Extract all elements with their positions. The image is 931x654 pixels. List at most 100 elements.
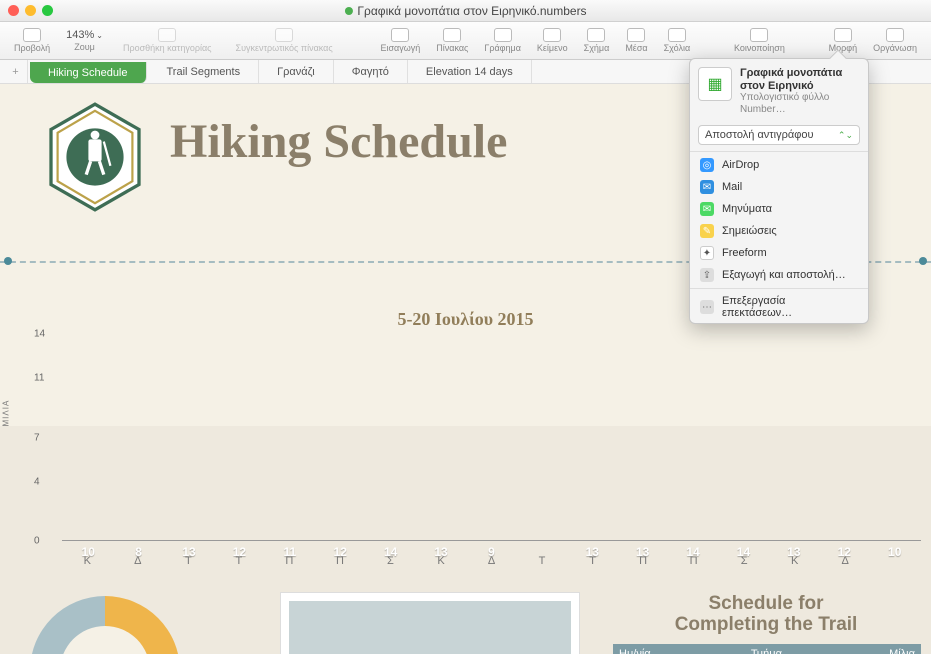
insert-icon — [391, 28, 409, 42]
share-export-label: Εξαγωγή και αποστολή… — [722, 269, 846, 281]
x-tick: Τ — [163, 555, 214, 567]
schedule-col-segment[interactable]: Τμήμα — [745, 644, 883, 654]
share-freeform-label: Freeform — [722, 247, 767, 259]
toolbar-add-category-label: Προσθήκη κατηγορίας — [123, 43, 212, 53]
x-tick: Τ — [567, 555, 618, 567]
toolbar-share-label: Κοινοποίηση — [734, 43, 785, 53]
toolbar-table[interactable]: Πίνακας — [428, 28, 476, 53]
toolbar-table-label: Πίνακας — [436, 43, 468, 53]
chart-icon — [494, 28, 512, 42]
toolbar-chart[interactable]: Γράφημα — [476, 28, 529, 53]
add-sheet-button[interactable]: + — [4, 60, 28, 83]
comment-icon — [668, 28, 686, 42]
send-copy-select[interactable]: Αποστολή αντιγράφου ⌃⌄ — [698, 125, 860, 145]
share-messages-item[interactable]: ✉Μηνύματα — [690, 198, 868, 220]
schedule-table[interactable]: Ημ/νία Τμήμα Μίλια 5-20 Ιουλίου 2015Cali… — [613, 644, 921, 654]
pie-chart[interactable]: Percentage of Trail — [30, 596, 230, 654]
toolbar-text[interactable]: Κείμενο — [529, 28, 576, 53]
zoom-window-button[interactable] — [42, 5, 53, 16]
table-icon — [443, 28, 461, 42]
sheet-tab[interactable]: Γρανάζι — [259, 60, 334, 83]
share-export-item[interactable]: ⇪ Εξαγωγή και αποστολή… — [690, 264, 868, 286]
toolbar-add-category[interactable]: Προσθήκη κατηγορίας — [111, 28, 224, 53]
text-icon — [543, 28, 561, 42]
toolbar-zoom-label: Ζουμ — [74, 42, 95, 52]
toolbar-share[interactable]: Κοινοποίηση — [726, 28, 793, 53]
traffic-lights — [0, 5, 53, 16]
messages-icon: ✉ — [700, 202, 714, 216]
sheet-tab[interactable]: Elevation 14 days — [408, 60, 532, 83]
x-tick: Σ — [365, 555, 416, 567]
x-tick: Δ — [113, 555, 164, 567]
toolbar-text-label: Κείμενο — [537, 43, 568, 53]
share-airdrop-label: AirDrop — [722, 159, 759, 171]
ruler-handle-left[interactable] — [4, 257, 12, 265]
document-thumb-icon: ▦ — [698, 67, 732, 101]
window-title-text: Γραφικά μονοπάτια στον Ειρηνικό.numbers — [357, 4, 586, 18]
sheet-tab-active[interactable]: Hiking Schedule — [30, 62, 147, 83]
toolbar-zoom[interactable]: 143%⌄ Ζουμ — [58, 29, 111, 52]
toolbar-pivot[interactable]: Συγκεντρωτικός πίνακας — [224, 28, 345, 53]
zoom-value: 143% — [66, 29, 94, 41]
toolbar-insert[interactable]: Εισαγωγή — [372, 28, 428, 53]
pivot-icon — [275, 28, 293, 42]
toolbar-view[interactable]: Προβολή — [6, 28, 58, 53]
notes-icon: ✎ — [700, 224, 714, 238]
shape-icon — [587, 28, 605, 42]
close-window-button[interactable] — [8, 5, 19, 16]
schedule-title-2: Completing the Trail — [675, 614, 858, 635]
share-mail-item[interactable]: ✉Mail — [690, 176, 868, 198]
share-popover: ▦ Γραφικά μονοπάτια στον Ειρηνικό Υπολογ… — [689, 58, 869, 324]
toolbar-shape[interactable]: Σχήμα — [576, 28, 618, 53]
toolbar-organize-label: Οργάνωση — [873, 43, 917, 53]
media-icon — [627, 28, 645, 42]
x-tick: Π — [264, 555, 315, 567]
popover-separator — [690, 288, 868, 289]
export-icon: ⇪ — [700, 268, 714, 282]
document-status-icon — [344, 7, 352, 15]
schedule-col-miles[interactable]: Μίλια — [883, 644, 921, 654]
bar-chart[interactable]: 108131211121413913131414131210 0471114 Κ… — [30, 322, 921, 567]
sheet-tab-label: Φαγητό — [352, 66, 389, 78]
ruler-handle-right[interactable] — [919, 257, 927, 265]
sheet-tab-label: Γρανάζι — [277, 66, 315, 78]
share-airdrop-item[interactable]: ◎ AirDrop — [690, 154, 868, 176]
toolbar-format[interactable]: Μορφή — [821, 28, 865, 53]
x-tick: Π — [618, 555, 669, 567]
schedule-title: Schedule for Completing the Trail — [621, 594, 911, 636]
sheet-tab-active-label: Hiking Schedule — [48, 67, 128, 79]
mail-icon: ✉ — [700, 180, 714, 194]
airdrop-icon: ◎ — [700, 158, 714, 172]
y-tick: 14 — [34, 329, 45, 340]
x-tick: Κ — [62, 555, 113, 567]
format-icon — [834, 28, 852, 42]
send-copy-label: Αποστολή αντιγράφου — [705, 129, 813, 141]
x-tick: Π — [315, 555, 366, 567]
freeform-icon: ✦ — [700, 246, 714, 260]
share-extensions-item[interactable]: ⋯Επεξεργασία επεκτάσεων… — [690, 291, 868, 323]
photo-image — [289, 601, 571, 654]
photo-frame[interactable] — [280, 592, 580, 654]
share-notes-label: Σημειώσεις — [722, 225, 777, 237]
toolbar-media[interactable]: Μέσα — [617, 28, 655, 53]
toolbar-pivot-label: Συγκεντρωτικός πίνακας — [236, 43, 333, 53]
y-axis-label: ΜΙΛΙΑ — [2, 400, 11, 427]
toolbar-comment[interactable]: Σχόλια — [656, 28, 699, 53]
chart-bars: 108131211121413913131414131210 — [62, 334, 921, 541]
minimize-window-button[interactable] — [25, 5, 36, 16]
schedule-col-date[interactable]: Ημ/νία — [613, 644, 745, 654]
share-notes-item[interactable]: ✎ Σημειώσεις — [690, 220, 868, 242]
share-extensions-label: Επεξεργασία επεκτάσεων… — [722, 295, 858, 319]
sheet-tab[interactable]: Trail Segments — [149, 60, 260, 83]
sheet-tab[interactable]: Φαγητό — [334, 60, 408, 83]
y-tick: 11 — [34, 373, 44, 384]
share-freeform-item[interactable]: ✦ Freeform — [690, 242, 868, 264]
x-tick: Σ — [719, 555, 770, 567]
toolbar-organize[interactable]: Οργάνωση — [865, 28, 925, 53]
view-icon — [23, 28, 41, 42]
toolbar-shape-label: Σχήμα — [584, 43, 610, 53]
x-tick: Τ — [214, 555, 265, 567]
toolbar-comment-label: Σχόλια — [664, 43, 691, 53]
x-tick: Τ — [517, 555, 568, 567]
x-tick: Κ — [416, 555, 467, 567]
